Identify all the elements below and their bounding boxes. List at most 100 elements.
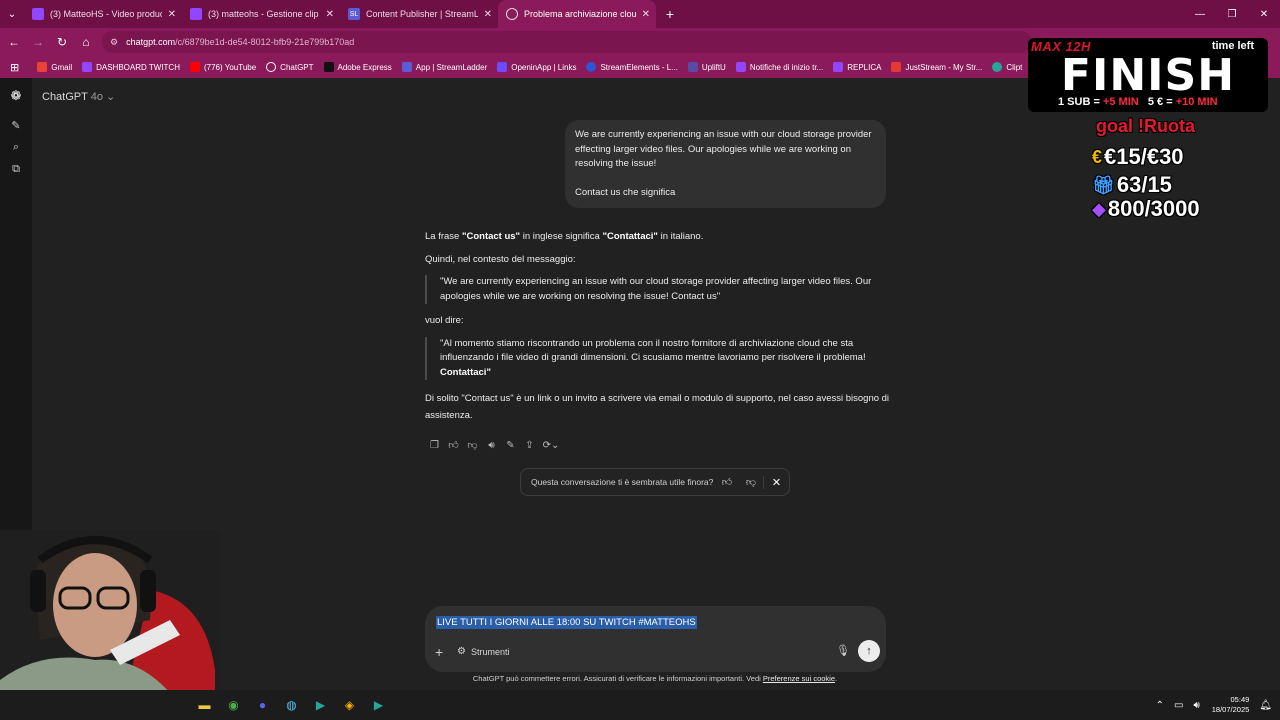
notification-bell-icon[interactable]: 🔔︎: [1259, 700, 1272, 711]
composer: LIVE TUTTI I GIORNI ALLE 18:00 SU TWITCH…: [425, 606, 886, 672]
plus-icon[interactable]: +: [435, 644, 443, 660]
bookmark-clipt[interactable]: Clipt: [992, 62, 1022, 72]
file-explorer-icon[interactable]: ▬: [190, 694, 219, 716]
bookmark-juststream[interactable]: JustStream - My Str...: [891, 62, 982, 72]
stream-timer-overlay: MAX 12H time left FINISH 1 SUB = +5 MIN …: [1028, 38, 1268, 112]
answer-paragraph-4: Di solito "Contact us" è un link o un in…: [425, 393, 890, 421]
close-tab-icon[interactable]: ✕: [326, 9, 334, 20]
tab-content-publisher[interactable]: SL Content Publisher | StreamLadder ✕: [340, 0, 498, 28]
openai-logo-icon[interactable]: ❁: [0, 78, 32, 114]
chevron-up-icon[interactable]: ⌃: [1156, 700, 1164, 711]
streamladder-icon: [401, 62, 412, 72]
thumbs-up-icon[interactable]: 👍︎: [444, 438, 463, 452]
home-icon[interactable]: ⌂: [74, 28, 98, 56]
tab-matteohs-video-producer[interactable]: (3) MatteoHS - Video producer ✕: [24, 0, 182, 28]
discord-icon[interactable]: ●: [248, 694, 277, 716]
taskbar-apps: ▬ ◉ ● ◍ ▶ ◈ ▶: [190, 694, 393, 716]
feedback-thumbs-up-icon[interactable]: 👍︎: [715, 476, 739, 488]
bookmark-dashboard-twitch[interactable]: DASHBOARD TWITCH: [82, 62, 180, 72]
close-tab-icon[interactable]: ✕: [168, 9, 176, 20]
bookmark-streamladder[interactable]: App | StreamLadder: [401, 62, 487, 72]
adobe-express-icon: [323, 62, 334, 72]
streamlabs-icon[interactable]: ▶: [306, 694, 335, 716]
url-path: /c/6879be1d-de54-8012-bfb9-21e799b170ad: [175, 37, 355, 47]
chatgpt-icon: [506, 8, 518, 20]
site-info-icon[interactable]: ⚙: [110, 37, 118, 48]
send-button[interactable]: ↑: [858, 640, 880, 662]
screen: ⌄ (3) MatteoHS - Video producer ✕ (3) ma…: [0, 0, 1280, 720]
user-message: We are currently experiencing an issue w…: [565, 120, 886, 208]
forward-icon[interactable]: →: [26, 28, 50, 56]
tab-problema-archiviazione[interactable]: Problema archiviazione cloud ✕: [498, 0, 656, 28]
new-tab-button[interactable]: +: [656, 6, 684, 22]
prompt-input[interactable]: LIVE TUTTI I GIORNI ALLE 18:00 SU TWITCH…: [436, 616, 697, 629]
cookie-preferences-link[interactable]: Preferenze sui cookie: [763, 674, 835, 683]
volume-icon[interactable]: 🔊︎: [1193, 700, 1199, 711]
minimize-icon[interactable]: —: [1184, 0, 1216, 28]
app-icon[interactable]: ▶: [364, 694, 393, 716]
microphone-icon[interactable]: 🎙︎: [836, 644, 850, 657]
twitch-icon: [32, 8, 44, 20]
reload-icon[interactable]: ↻: [50, 28, 74, 56]
feedback-banner: Questa conversazione ti è sembrata utile…: [520, 468, 790, 496]
blockquote-english: "We are currently experiencing an issue …: [425, 275, 890, 304]
bookmark-gmail[interactable]: Gmail: [37, 62, 72, 72]
model-selector[interactable]: ChatGPT 4o ⌄: [42, 90, 115, 103]
library-icon[interactable]: ⧉: [0, 158, 32, 180]
thumbs-down-icon[interactable]: 👎︎: [463, 438, 482, 452]
timer-rules: 1 SUB = +5 MIN 5 € = +10 MIN: [1058, 96, 1218, 108]
twitch-icon: [190, 8, 202, 20]
chatgpt-icon: [266, 62, 277, 72]
bookmark-notifiche[interactable]: Notifiche di inizio tr...: [735, 62, 823, 72]
blockquote-italian: "Al momento stiamo riscontrando un probl…: [425, 336, 890, 380]
gift-goal: 🎁︎ 63/15: [1092, 172, 1172, 197]
bookmark-openinapp[interactable]: OpeninApp | Links: [497, 62, 576, 72]
search-icon[interactable]: ⌕: [0, 136, 32, 158]
restore-icon[interactable]: ❐: [1216, 0, 1248, 28]
network-icon[interactable]: ▭: [1174, 700, 1183, 711]
user-message-text: We are currently experiencing an issue w…: [575, 129, 872, 169]
twitch-icon: [735, 62, 746, 72]
edge-icon[interactable]: ◍: [277, 694, 306, 716]
user-message-question: Contact us che significa: [575, 186, 676, 198]
copy-icon[interactable]: ❐: [425, 438, 444, 452]
bits-goal: ◆ 800/3000: [1092, 196, 1200, 221]
gmail-icon: [37, 62, 48, 72]
new-chat-icon[interactable]: ✎: [0, 114, 32, 136]
clipt-icon: [992, 62, 1003, 72]
tab-gestione-clip[interactable]: (3) matteohs - Gestione clip - Tw ✕: [182, 0, 340, 28]
bookmark-chatgpt[interactable]: ChatGPT: [266, 62, 314, 72]
bookmark-upliftu[interactable]: UpliftU: [687, 62, 726, 72]
close-window-icon[interactable]: ✕: [1248, 0, 1280, 28]
share-icon[interactable]: ⇪: [520, 438, 539, 452]
bookmark-adobe-express[interactable]: Adobe Express: [323, 62, 392, 72]
window-controls: — ❐ ✕: [1184, 0, 1280, 28]
tools-button[interactable]: ⚙ Strumenti: [457, 646, 509, 657]
feedback-thumbs-down-icon[interactable]: 👎︎: [739, 476, 763, 488]
close-tab-icon[interactable]: ✕: [484, 9, 492, 20]
chrome-icon[interactable]: ◉: [219, 694, 248, 716]
read-aloud-icon[interactable]: 🔊︎: [482, 438, 501, 452]
bookmark-streamelements[interactable]: StreamElements - L...: [586, 62, 678, 72]
streamladder-icon: SL: [348, 8, 360, 20]
upliftu-icon: [687, 62, 698, 72]
goal-label: goal !Ruota: [1096, 116, 1195, 136]
close-tab-icon[interactable]: ✕: [642, 9, 650, 20]
system-tray: ⌃ ▭ 🔊︎ 05:49 18/07/2025 🔔︎: [1146, 690, 1272, 720]
assistant-message: La frase "Contact us" in inglese signifi…: [425, 230, 890, 432]
windows-taskbar: ▬ ◉ ● ◍ ▶ ◈ ▶ ⌃ ▭ 🔊︎ 05:49 18/07/2025 🔔︎: [0, 690, 1280, 720]
tab-search-icon[interactable]: ⌄: [0, 0, 24, 28]
regenerate-icon[interactable]: ⟳⌄: [539, 438, 563, 452]
clock[interactable]: 05:49 18/07/2025: [1212, 695, 1250, 715]
address-bar[interactable]: ⚙ chatgpt.com/c/6879be1d-de54-8012-bfb9-…: [102, 31, 1032, 53]
close-icon[interactable]: ✕: [763, 475, 789, 489]
back-icon[interactable]: ←: [2, 28, 26, 56]
streamelements-icon: [586, 62, 597, 72]
davinci-icon[interactable]: ◈: [335, 694, 364, 716]
bookmark-youtube[interactable]: (776) YouTube: [189, 62, 256, 72]
bookmark-replica[interactable]: REPLICA: [833, 62, 881, 72]
bits-gem-icon: ◆: [1092, 198, 1106, 219]
apps-grid-icon[interactable]: ⊞: [10, 61, 19, 74]
edit-canvas-icon[interactable]: ✎: [501, 438, 520, 452]
youtube-icon: [189, 62, 200, 72]
